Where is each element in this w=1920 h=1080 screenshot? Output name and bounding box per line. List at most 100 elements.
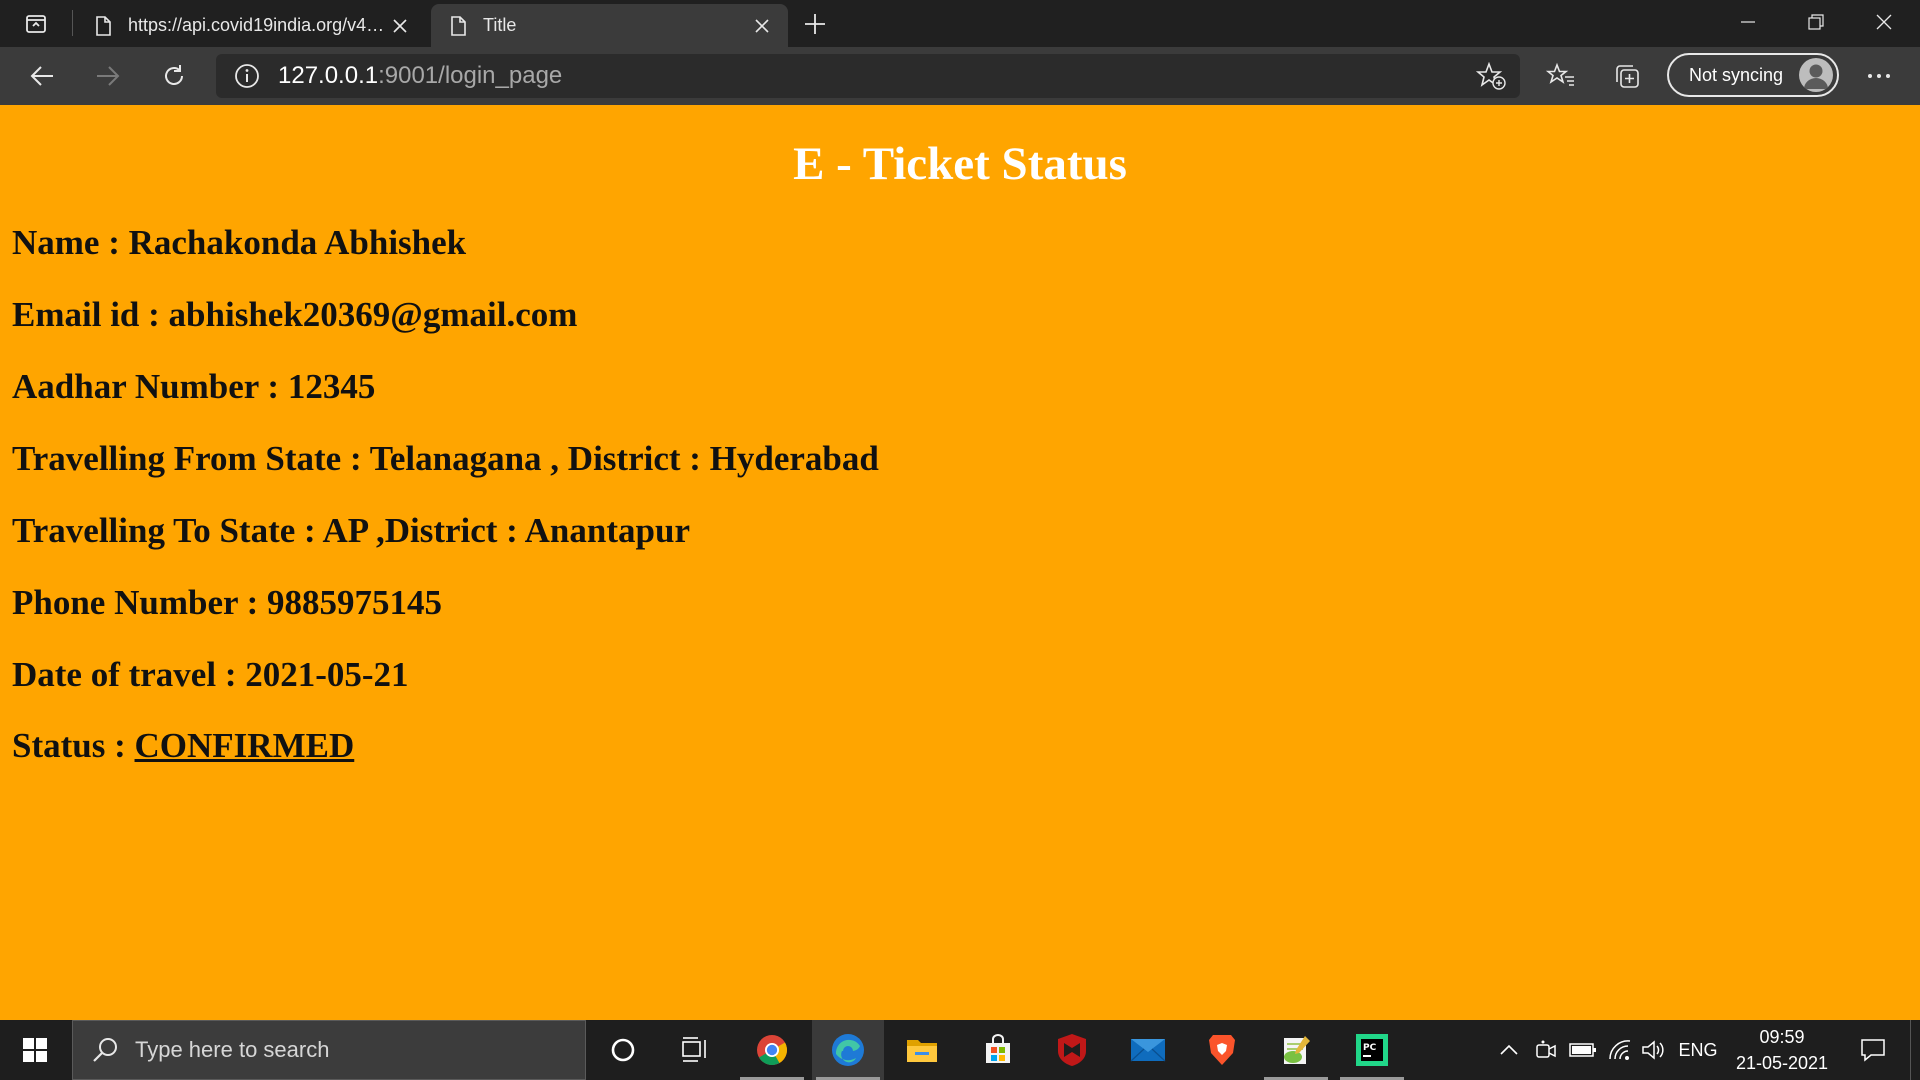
settings-more-button[interactable] (1862, 59, 1896, 93)
travel-date-line: Date of travel : 2021-05-21 (12, 655, 409, 694)
profile-sync-button[interactable]: Not syncing (1667, 53, 1839, 97)
back-button[interactable] (22, 57, 62, 95)
folder-icon (907, 1040, 937, 1062)
file-explorer-button[interactable] (886, 1020, 958, 1080)
clock[interactable]: 09:59 21-05-2021 (1722, 1024, 1842, 1076)
minimize-button[interactable] (1714, 0, 1782, 44)
close-window-button[interactable] (1850, 0, 1918, 44)
close-tab-icon[interactable] (386, 12, 414, 40)
name-line: Name : Rachakonda Abhishek (12, 223, 467, 262)
notepad-plus-plus-icon (1284, 1036, 1310, 1064)
arrow-left-icon (30, 66, 53, 86)
show-desktop-button[interactable] (1910, 1020, 1920, 1080)
collections-button[interactable] (1610, 59, 1644, 93)
favorites-button[interactable] (1544, 59, 1578, 93)
tab-label: https://api.covid19india.org/v4/data.jso… (128, 15, 386, 35)
status-line: Status : CONFIRMED (12, 726, 354, 766)
store-icon (986, 1034, 1010, 1063)
chevron-up-icon (1500, 1044, 1518, 1055)
taskbar-search-input[interactable]: Type here to search (72, 1020, 586, 1080)
refresh-icon (165, 65, 183, 85)
refresh-button[interactable] (154, 57, 194, 95)
pycharm-icon: PC (1356, 1034, 1388, 1066)
mcafee-button[interactable] (1036, 1020, 1108, 1080)
info-icon[interactable] (234, 63, 260, 89)
search-placeholder: Type here to search (135, 1037, 330, 1062)
cortana-button[interactable] (587, 1020, 659, 1080)
brave-lion-icon (1209, 1035, 1235, 1065)
page-title: E - Ticket Status (793, 138, 1127, 190)
edge-icon (832, 1034, 864, 1066)
restore-button[interactable] (1782, 0, 1850, 44)
more-horizontal-icon (1868, 74, 1890, 78)
avatar (1799, 58, 1833, 92)
tab-label: Title (483, 15, 517, 35)
search-icon (93, 1038, 117, 1062)
tab-separator (72, 10, 73, 36)
wifi-icon (1609, 1040, 1631, 1060)
close-icon (1876, 14, 1892, 30)
arrow-right-icon (97, 66, 120, 86)
aadhar-line: Aadhar Number : 12345 (12, 367, 376, 406)
input-language-button[interactable]: ENG (1674, 1020, 1722, 1080)
page-icon (451, 15, 466, 36)
camera-icon (1536, 1040, 1556, 1058)
to-state-line: Travelling To State : AP ,District : Ana… (12, 511, 690, 550)
email-line: Email id : abhishek20369@gmail.com (12, 295, 578, 334)
show-hidden-icons-button[interactable] (1494, 1020, 1524, 1080)
close-tab-icon[interactable] (748, 12, 776, 40)
sync-label: Not syncing (1689, 64, 1784, 85)
battery-button[interactable] (1566, 1020, 1600, 1080)
restore-icon (1808, 14, 1824, 30)
tab-api-covid[interactable]: https://api.covid19india.org/v4/data.jso… (76, 4, 426, 47)
mcafee-shield-icon (1058, 1034, 1086, 1066)
url-host: 127.0.0.1 (278, 62, 379, 89)
phone-line: Phone Number : 9885975145 (12, 583, 443, 622)
tab-actions-button[interactable] (14, 8, 58, 40)
start-button[interactable] (0, 1020, 70, 1080)
wifi-button[interactable] (1604, 1020, 1636, 1080)
task-view-button[interactable] (659, 1020, 731, 1080)
add-favorite-icon[interactable] (1476, 62, 1506, 90)
task-view-icon (682, 1037, 706, 1062)
svg-text:PC: PC (1363, 1043, 1377, 1053)
notification-icon (1861, 1039, 1885, 1062)
url-path: :9001/login_page (378, 62, 563, 89)
clock-time: 09:59 (1759, 1027, 1805, 1047)
language-indicator: ENG (1678, 1039, 1718, 1060)
collections-icon (1616, 65, 1639, 88)
mail-button[interactable] (1112, 1020, 1184, 1080)
forward-button[interactable] (88, 57, 128, 95)
page-content: E - Ticket Status Name : Rachakonda Abhi… (0, 105, 1920, 1020)
chrome-taskbar-button[interactable] (736, 1020, 808, 1080)
tab-strip: https://api.covid19india.org/v4/data.jso… (0, 0, 1920, 47)
edge-taskbar-button[interactable] (812, 1020, 884, 1080)
tab-title-active[interactable]: Title (431, 4, 788, 47)
mail-icon (1130, 1039, 1166, 1062)
status-label: Status : (12, 726, 135, 765)
windows-taskbar: Type here to search PC ENG 09:59 21-05-2… (0, 1020, 1920, 1080)
battery-icon (1569, 1043, 1596, 1057)
clock-date: 21-05-2021 (1735, 1053, 1829, 1073)
page-icon (96, 15, 111, 36)
browser-toolbar: 127.0.0.1:9001/login_page Not syncing (0, 47, 1920, 105)
volume-button[interactable] (1638, 1020, 1670, 1080)
status-badge: CONFIRMED (134, 726, 355, 765)
favorites-icon (1546, 62, 1574, 86)
brave-button[interactable] (1186, 1020, 1258, 1080)
tab-actions-icon (26, 15, 46, 33)
new-tab-button[interactable] (795, 8, 835, 40)
speaker-icon (1642, 1040, 1664, 1060)
meet-now-button[interactable] (1530, 1020, 1562, 1080)
from-state-line: Travelling From State : Telanagana , Dis… (12, 439, 879, 478)
address-bar[interactable]: 127.0.0.1:9001/login_page (216, 54, 1520, 98)
action-center-button[interactable] (1848, 1020, 1898, 1080)
cortana-icon (611, 1038, 635, 1062)
windows-logo-icon (23, 1038, 47, 1062)
minimize-icon (1741, 21, 1755, 23)
pycharm-taskbar-button[interactable]: PC (1336, 1020, 1408, 1080)
chrome-icon (757, 1035, 788, 1066)
notepadpp-taskbar-button[interactable] (1260, 1020, 1332, 1080)
plus-icon (805, 14, 825, 34)
store-button[interactable] (962, 1020, 1034, 1080)
